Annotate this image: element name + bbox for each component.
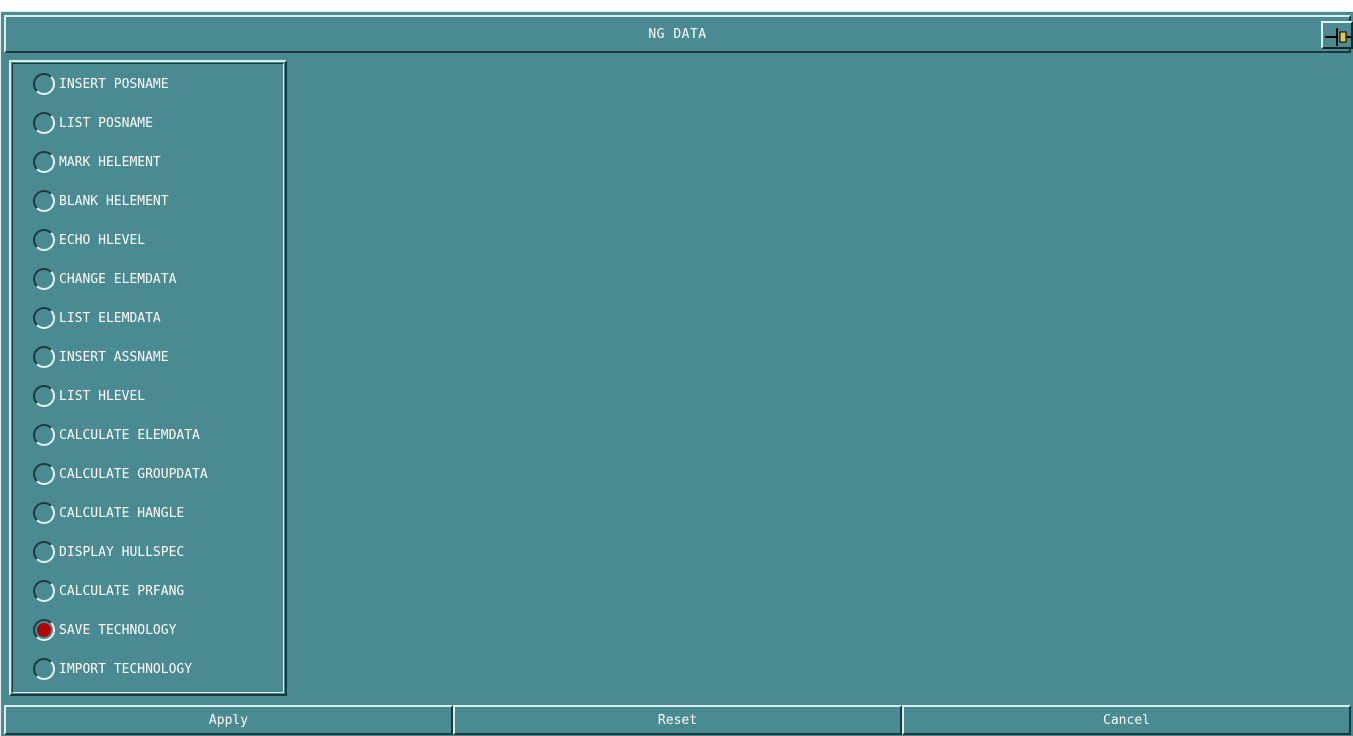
radio-unselected-icon[interactable] [33,112,55,134]
radio-unselected-icon[interactable] [33,463,55,485]
radio-option-label: ECHO HLEVEL [59,232,146,248]
radio-unselected-icon[interactable] [33,385,55,407]
radio-unselected-icon[interactable] [33,268,55,290]
radio-option[interactable]: CHANGE ELEMDATA [29,264,283,294]
radio-option-label: BLANK HELEMENT [59,193,169,209]
title-bar: NG DATA [4,15,1353,53]
radio-option-label: INSERT ASSNAME [59,349,169,365]
radio-option-label: IMPORT TECHNOLOGY [59,661,193,677]
radio-unselected-icon[interactable] [33,73,55,95]
radio-option[interactable]: LIST HLEVEL [29,381,283,411]
radio-option-label: CALCULATE HANGLE [59,505,185,521]
radio-unselected-icon[interactable] [33,229,55,251]
radio-unselected-icon[interactable] [33,424,55,446]
radio-option[interactable]: CALCULATE GROUPDATA [29,459,283,489]
radio-option[interactable]: SAVE TECHNOLOGY [29,615,283,645]
radio-unselected-icon[interactable] [33,502,55,524]
radio-option[interactable]: ECHO HLEVEL [29,225,283,255]
radio-unselected-icon[interactable] [33,151,55,173]
radio-unselected-icon[interactable] [33,580,55,602]
apply-button[interactable]: Apply [4,705,453,735]
ng-data-dialog: NG DATA INSERT POSNAME LIST POSNAME MARK H… [0,11,1353,736]
radio-selected-icon[interactable] [33,619,55,641]
reset-button[interactable]: Reset [453,705,902,735]
radio-option-label: MARK HELEMENT [59,154,161,170]
radio-option-label: CALCULATE PRFANG [59,583,185,599]
radio-unselected-icon[interactable] [33,541,55,563]
window-title: NG DATA [648,26,707,42]
radio-option[interactable]: IMPORT TECHNOLOGY [29,654,283,684]
radio-option-label: CALCULATE GROUPDATA [59,466,208,482]
radio-unselected-icon[interactable] [33,307,55,329]
radio-option-label: LIST ELEMDATA [59,310,161,326]
pin-button[interactable] [1321,21,1353,49]
radio-option-label: LIST HLEVEL [59,388,146,404]
radio-option[interactable]: CALCULATE PRFANG [29,576,283,606]
radio-unselected-icon[interactable] [33,346,55,368]
options-radio-group: INSERT POSNAME LIST POSNAME MARK HELEMENT B… [9,60,287,696]
radio-option[interactable]: CALCULATE ELEMDATA [29,420,283,450]
action-button-bar: Apply Reset Cancel [4,705,1351,735]
radio-option[interactable]: DISPLAY HULLSPEC [29,537,283,567]
radio-option-label: SAVE TECHNOLOGY [59,622,177,638]
radio-unselected-icon[interactable] [33,190,55,212]
radio-option[interactable]: BLANK HELEMENT [29,186,283,216]
radio-option-label: INSERT POSNAME [59,76,169,92]
radio-option[interactable]: CALCULATE HANGLE [29,498,283,528]
radio-option[interactable]: INSERT ASSNAME [29,342,283,372]
radio-option-label: CHANGE ELEMDATA [59,271,177,287]
radio-unselected-icon[interactable] [33,658,55,680]
radio-option[interactable]: INSERT POSNAME [29,69,283,99]
radio-option[interactable]: LIST ELEMDATA [29,303,283,333]
radio-option-label: LIST POSNAME [59,115,153,131]
radio-option[interactable]: MARK HELEMENT [29,147,283,177]
cancel-button[interactable]: Cancel [902,705,1351,735]
radio-option[interactable]: LIST POSNAME [29,108,283,138]
radio-option-label: CALCULATE ELEMDATA [59,427,200,443]
radio-option-label: DISPLAY HULLSPEC [59,544,185,560]
